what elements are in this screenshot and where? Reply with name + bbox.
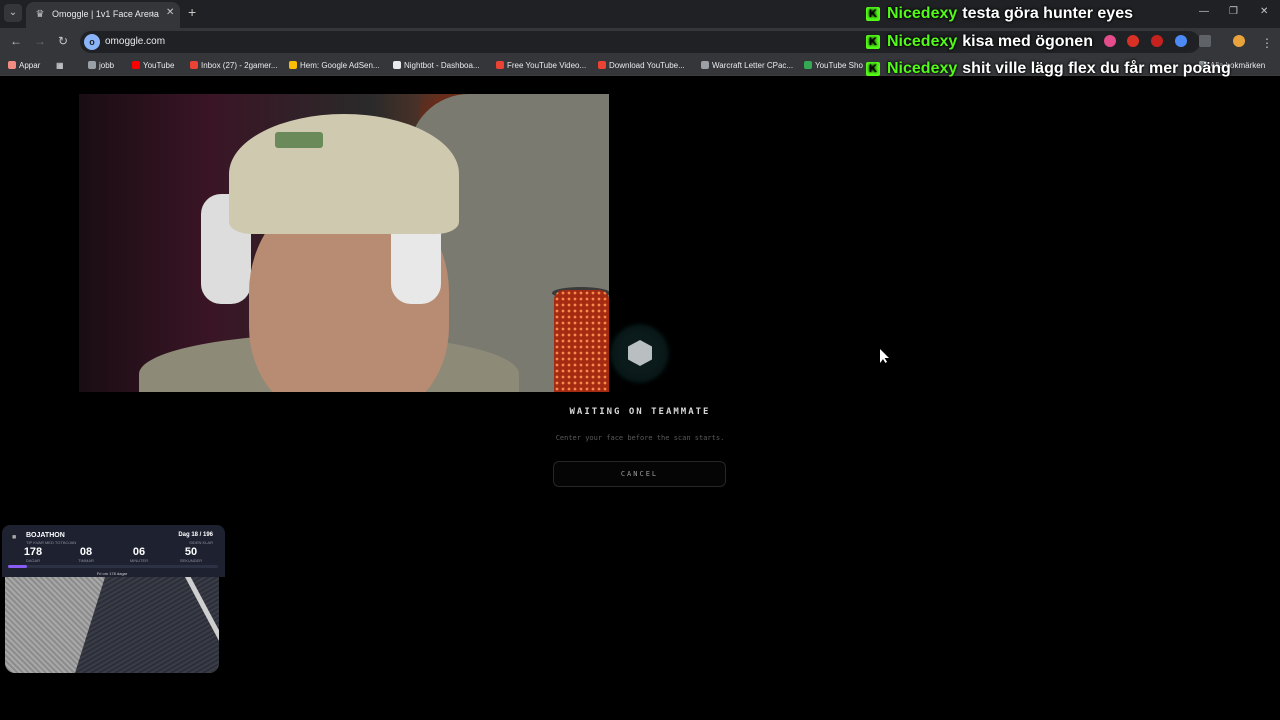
- video-microphone: [554, 290, 609, 392]
- stat-label: SEKUNDER: [179, 558, 203, 563]
- widget-day-sub: SIDEN KLAR: [189, 540, 213, 545]
- video-cap-patch: [275, 132, 323, 148]
- nightbot-icon: [393, 61, 401, 69]
- bookmark-label: jobb: [99, 61, 115, 70]
- menu-kebab-icon[interactable]: ⋮: [1261, 36, 1273, 50]
- lock-icon: ■: [12, 534, 17, 541]
- window-close-icon[interactable]: ✕: [1260, 6, 1268, 17]
- stat-hours: 08 TIMMAR: [69, 546, 103, 563]
- stat-value: 08: [79, 546, 93, 558]
- stat-label: TIMMAR: [78, 558, 94, 563]
- kick-icon: K: [866, 35, 880, 49]
- site-info-icon[interactable]: o: [84, 34, 100, 50]
- bookmark-item[interactable]: Appar: [8, 61, 40, 70]
- loading-indicator: [612, 326, 667, 381]
- tab-title: Omoggle | 1v1 Face Arena: [52, 9, 159, 19]
- video-person-cap: [229, 114, 459, 234]
- bookmark-label: YouTube Sho: [815, 61, 863, 70]
- chat-text: kisa med ögonen: [962, 33, 1093, 50]
- tab-omoggle[interactable]: ♛ Omoggle | 1v1 Face Arena ♪ ✕: [26, 2, 180, 28]
- bookmark-item[interactable]: Nightbot - Dashboa...: [393, 61, 480, 70]
- bookmark-icon: [804, 61, 812, 69]
- bookmark-label: YouTube: [143, 61, 175, 70]
- youtube-icon: [132, 61, 140, 69]
- speaker-icon[interactable]: ♪: [150, 8, 155, 18]
- stat-label: MINUTER: [129, 558, 149, 563]
- widget-day: Dag 18 / 196: [178, 532, 213, 538]
- bookmark-item[interactable]: Inbox (27) - 2gamer...: [190, 61, 277, 70]
- url-text: omoggle.com: [105, 36, 166, 47]
- chat-message: K Nicedexy shit ville lägg flex du får mer…: [866, 58, 1231, 80]
- folder-icon: [88, 61, 96, 69]
- mouse-cursor-icon: [880, 349, 889, 363]
- new-tab-icon[interactable]: +: [188, 5, 196, 19]
- progress-fill: [8, 565, 27, 568]
- bookmark-label: Nightbot - Dashboa...: [404, 61, 480, 70]
- status-title: WAITING ON TEAMMATE: [569, 407, 711, 417]
- forward-icon[interactable]: →: [34, 34, 46, 48]
- gmail-icon: [190, 61, 198, 69]
- extension-icon[interactable]: [1175, 35, 1187, 47]
- webcam-video: [79, 94, 609, 392]
- bookmark-item[interactable]: Warcraft Letter CPac...: [701, 61, 793, 70]
- kick-icon: K: [866, 62, 880, 76]
- chat-text: shit ville lägg flex du får mer poäng: [962, 60, 1231, 77]
- youtube-icon: [496, 61, 504, 69]
- extension-icon[interactable]: [1104, 35, 1116, 47]
- minimize-icon[interactable]: —: [1199, 6, 1209, 17]
- kick-icon: K: [866, 7, 880, 21]
- extension-icon[interactable]: [1151, 35, 1163, 47]
- download-icon: [598, 61, 606, 69]
- adsense-icon: [289, 61, 297, 69]
- stat-value: 178: [23, 546, 43, 558]
- chat-message: K Nicedexy testa göra hunter eyes: [866, 3, 1133, 25]
- chat-username: Nicedexy: [887, 60, 958, 77]
- bookmark-item[interactable]: Download YouTube...: [598, 61, 685, 70]
- floor-camera: [5, 577, 219, 673]
- bookmark-item[interactable]: YouTube Sho: [804, 61, 863, 70]
- apps-grid-icon: [8, 61, 16, 69]
- chat-message: K Nicedexy kisa med ögonen: [866, 31, 1093, 53]
- stat-label: DAGAR: [25, 558, 41, 563]
- tab-favicon-icon: ♛: [35, 9, 45, 20]
- close-tab-icon[interactable]: ✕: [166, 7, 174, 18]
- stat-days: 178 DAGAR: [16, 546, 50, 563]
- profile-avatar[interactable]: [1233, 35, 1245, 47]
- extensions-puzzle-icon[interactable]: [1199, 35, 1211, 47]
- tab-search-icon[interactable]: ⌄: [4, 4, 22, 22]
- grid-icon[interactable]: ▦: [56, 61, 64, 70]
- cancel-button[interactable]: CANCEL: [553, 461, 726, 487]
- widget-title: BOJATHON: [26, 532, 65, 539]
- widget-footer: Fri om 178 dagar: [96, 571, 128, 576]
- bookmark-label: Free YouTube Video...: [507, 61, 587, 70]
- back-icon[interactable]: ←: [10, 34, 22, 48]
- extension-icon[interactable]: [1127, 35, 1139, 47]
- bookmark-item[interactable]: Hem: Google AdSen...: [289, 61, 380, 70]
- bookmark-label: Download YouTube...: [609, 61, 685, 70]
- bookmark-item[interactable]: YouTube: [132, 61, 174, 70]
- hexagon-icon: [628, 340, 652, 366]
- progress-bar: [8, 565, 218, 568]
- chat-text: testa göra hunter eyes: [962, 5, 1133, 22]
- stat-value: 50: [184, 546, 198, 558]
- widget-subtitle: TIP KVAR MED TOTBOJAN: [26, 540, 77, 545]
- chat-username: Nicedexy: [887, 33, 958, 50]
- bookmark-label: Inbox (27) - 2gamer...: [201, 61, 278, 70]
- status-subtitle: Center your face before the scan starts.: [555, 434, 725, 442]
- bookmark-label: Appar: [19, 61, 41, 70]
- bookmark-label: Hem: Google AdSen...: [300, 61, 380, 70]
- stat-seconds: 50 SEKUNDER: [174, 546, 208, 563]
- bookmark-item[interactable]: Free YouTube Video...: [496, 61, 586, 70]
- stat-minutes: 06 MINUTER: [122, 546, 156, 563]
- reload-icon[interactable]: ↻: [58, 34, 68, 48]
- restore-icon[interactable]: ❐: [1229, 6, 1238, 17]
- countdown-widget: ■ BOJATHON TIP KVAR MED TOTBOJAN Dag 18 …: [2, 525, 225, 577]
- chat-username: Nicedexy: [887, 5, 958, 22]
- globe-icon: [701, 61, 709, 69]
- bookmark-item[interactable]: jobb: [88, 61, 114, 70]
- bookmark-label: Warcraft Letter CPac...: [712, 61, 794, 70]
- stat-value: 06: [132, 546, 146, 558]
